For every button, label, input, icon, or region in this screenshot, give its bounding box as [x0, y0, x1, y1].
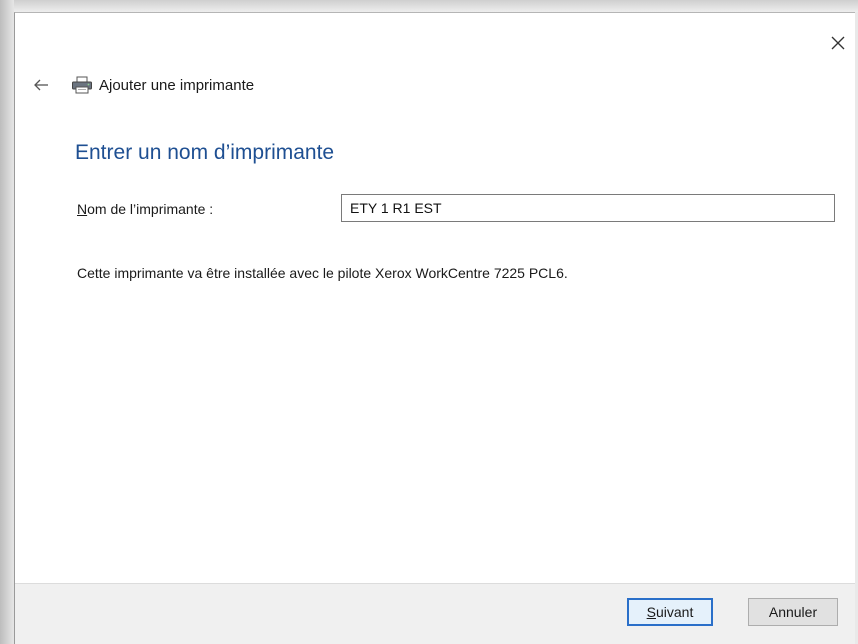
next-button-rest: uivant — [655, 604, 694, 620]
printer-name-label-rest: om de l’imprimante : — [87, 201, 214, 217]
next-button[interactable]: Suivant — [627, 598, 713, 626]
add-printer-dialog: Ajouter une imprimante Entrer un nom d’i… — [14, 12, 858, 644]
dialog-title-row: Ajouter une imprimante — [71, 73, 254, 97]
close-icon — [831, 36, 845, 50]
printer-name-label: Nom de l’imprimante : — [77, 201, 213, 217]
driver-info-text: Cette imprimante va être installée avec … — [77, 265, 568, 281]
page-heading: Entrer un nom d’imprimante — [75, 141, 335, 164]
dialog-footer — [15, 583, 858, 644]
back-arrow-icon — [33, 78, 49, 92]
outer-frame-left — [0, 0, 14, 644]
printer-icon — [71, 76, 93, 94]
cancel-button[interactable]: Annuler — [748, 598, 838, 626]
close-button[interactable] — [826, 31, 850, 55]
printer-name-input[interactable] — [341, 194, 835, 222]
printer-name-label-accel: N — [77, 201, 88, 217]
screenshot-page: Ajouter une imprimante Entrer un nom d’i… — [0, 0, 858, 644]
next-button-accel: S — [646, 604, 656, 620]
dialog-title: Ajouter une imprimante — [99, 76, 255, 94]
outer-frame-top — [0, 0, 858, 12]
back-button[interactable] — [31, 75, 51, 95]
